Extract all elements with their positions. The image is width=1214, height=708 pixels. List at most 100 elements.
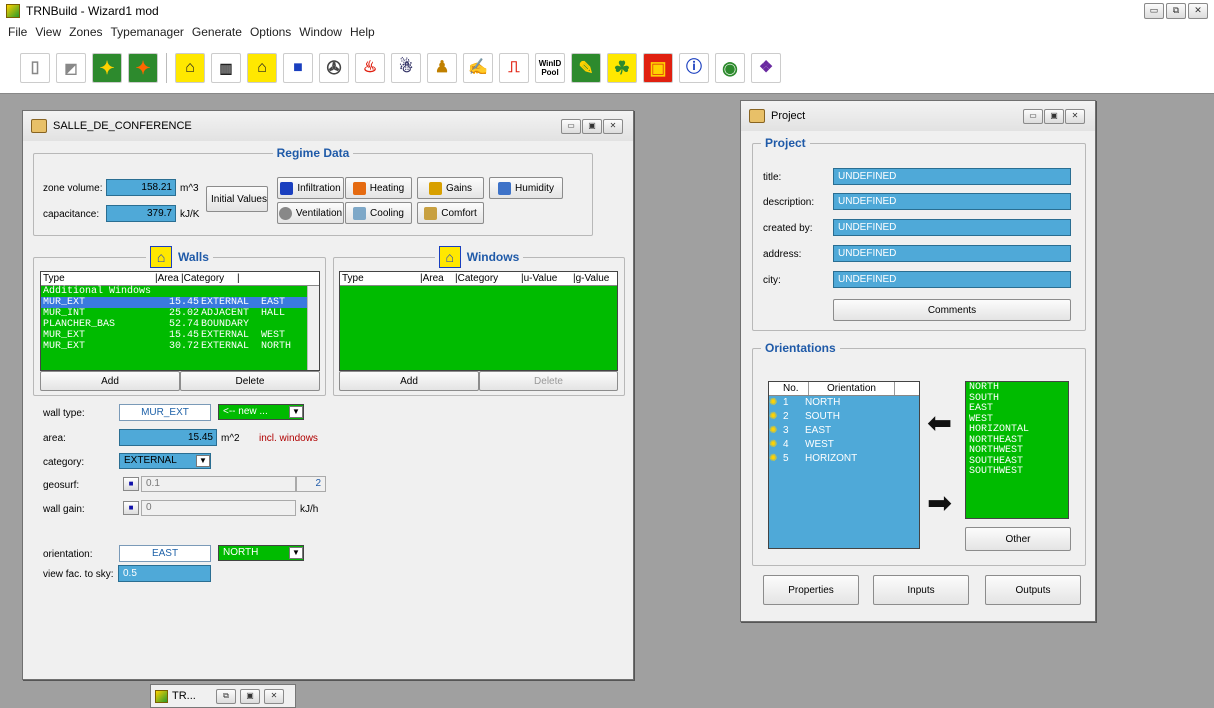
gains-icon[interactable]: ♟ [427, 52, 457, 83]
properties-button[interactable]: Properties [763, 575, 859, 605]
list-item[interactable]: MUR_EXT 15.45 EXTERNAL WEST [41, 330, 319, 341]
chevron-down-icon[interactable]: ▼ [289, 547, 303, 559]
windows-col-area[interactable]: |Area [420, 272, 455, 285]
orientations-col-name[interactable]: Orientation [809, 382, 895, 395]
initial-values-button[interactable]: Initial Values [206, 186, 268, 212]
wall-gain-link-icon[interactable]: ■ [123, 501, 139, 515]
chevron-down-icon[interactable]: ▼ [289, 406, 303, 418]
walls-col-category[interactable]: |Category [181, 272, 237, 285]
walls-list-scrollbar[interactable] [307, 286, 319, 370]
minimized-maximize-button[interactable]: ▣ [240, 688, 260, 704]
layers-icon[interactable]: ▥ [211, 52, 241, 83]
info-icon[interactable]: ⓘ [679, 52, 709, 83]
category-select[interactable]: EXTERNAL ▼ [119, 453, 211, 469]
heating-button[interactable]: Heating [345, 177, 412, 199]
walls-col-type[interactable]: Type [41, 272, 155, 285]
close-button[interactable]: ✕ [1188, 3, 1208, 19]
geosurf-link-icon[interactable]: ■ [123, 477, 139, 491]
globe-icon[interactable]: ◉ [715, 52, 745, 83]
minimize-button[interactable]: ▭ [1144, 3, 1164, 19]
list-item[interactable]: MUR_INT 25.02 ADJACENT HALL [41, 308, 319, 319]
list-item[interactable]: PLANCHER_BAS 52.74 BOUNDARY [41, 319, 319, 330]
zone-icon[interactable]: ⌂ [175, 52, 205, 83]
infiltration-icon[interactable]: ■ [283, 52, 313, 83]
orientations-list[interactable]: No. Orientation ✺ 1 NORTH ✺ 2 SOUTH ✺ 3 EAST ✺… [768, 381, 920, 549]
windows-col-uvalue[interactable]: |u-Value [521, 272, 573, 285]
types-icon[interactable]: ☘ [607, 52, 637, 83]
menu-help[interactable]: Help [346, 25, 379, 39]
windows-col-type[interactable]: Type [340, 272, 420, 285]
list-item[interactable]: NORTHWEST [969, 445, 1065, 457]
list-item[interactable]: EAST [969, 403, 1065, 415]
comfort-icon[interactable]: ✍ [463, 52, 493, 83]
other-button[interactable]: Other [965, 527, 1071, 551]
windows-list[interactable]: Type |Area |Category |u-Value |g-Value [339, 271, 618, 371]
comfort-button[interactable]: Comfort [417, 202, 484, 224]
project-minimize-button[interactable]: ▭ [1023, 109, 1043, 124]
list-item[interactable]: MUR_EXT 15.45 EXTERNAL EAST [41, 297, 319, 308]
humidity-button[interactable]: Humidity [489, 177, 563, 199]
orientations-col-no[interactable]: No. [769, 382, 809, 395]
comments-button[interactable]: Comments [833, 299, 1071, 321]
geosurf-input[interactable]: 0.1 [141, 476, 296, 492]
menu-zones[interactable]: Zones [65, 25, 106, 39]
project-title-field[interactable]: UNDEFINED [833, 168, 1071, 185]
minimized-restore-button[interactable]: ⧉ [216, 688, 236, 704]
chevron-down-icon[interactable]: ▼ [196, 455, 210, 467]
menu-typemanager[interactable]: Typemanager [107, 25, 188, 39]
list-item[interactable]: ✺ 4 WEST [769, 438, 919, 452]
project-description-field[interactable]: UNDEFINED [833, 193, 1071, 210]
windpool-button[interactable]: WinID Pool [535, 52, 565, 83]
windows-add-button[interactable]: Add [339, 371, 479, 391]
ventilation-icon[interactable]: ✇ [319, 52, 349, 83]
wall-types-icon[interactable]: ✦ [128, 52, 158, 83]
move-right-arrow-icon[interactable]: ➡ [927, 489, 952, 519]
inputs-button[interactable]: Inputs [873, 575, 969, 605]
schedule-icon[interactable]: ⎍ [499, 52, 529, 83]
gains-button[interactable]: Gains [417, 177, 484, 199]
menu-options[interactable]: Options [246, 25, 295, 39]
walls-delete-button[interactable]: Delete [180, 371, 320, 391]
walls-col-area[interactable]: |Area [155, 272, 181, 285]
project-address-field[interactable]: UNDEFINED [833, 245, 1071, 262]
walls-add-button[interactable]: Add [40, 371, 180, 391]
cooling-icon[interactable]: ☃ [391, 52, 421, 83]
wall-gain-input[interactable]: 0 [141, 500, 296, 516]
walls-list[interactable]: Type |Area |Category | Additional Window… [40, 271, 320, 371]
menu-window[interactable]: Window [295, 25, 346, 39]
list-item[interactable]: ✺ 5 HORIZONT [769, 452, 919, 466]
list-item[interactable]: Additional Windows [41, 286, 319, 297]
minimized-close-button[interactable]: ✕ [264, 688, 284, 704]
list-item[interactable]: MUR_EXT 30.72 EXTERNAL NORTH [41, 341, 319, 352]
zone-maximize-button[interactable]: ▣ [582, 119, 602, 134]
restore-button[interactable]: ⧉ [1166, 3, 1186, 19]
move-left-arrow-icon[interactable]: ⬅ [927, 409, 952, 439]
list-item[interactable]: ✺ 3 EAST [769, 424, 919, 438]
list-item[interactable]: ✺ 1 NORTH [769, 396, 919, 410]
ventilation-button[interactable]: Ventilation [277, 202, 344, 224]
orientations-icon[interactable]: ✦ [92, 52, 122, 83]
help-book-icon[interactable]: ❖ [751, 52, 781, 83]
open-icon[interactable]: ◩ [56, 52, 86, 83]
list-item[interactable]: NORTH [969, 382, 1065, 394]
wall-type-select[interactable]: <-- new ... ▼ [218, 404, 304, 420]
cooling-button[interactable]: Cooling [345, 202, 412, 224]
list-item[interactable]: HORIZONTAL [969, 424, 1065, 436]
minimized-window[interactable]: TR... ⧉ ▣ ✕ [150, 684, 296, 708]
available-orientations-list[interactable]: NORTH SOUTH EAST WEST HORIZONTAL NORTHEA… [965, 381, 1069, 519]
list-item[interactable]: SOUTHWEST [969, 466, 1065, 478]
area-value[interactable]: 15.45 [119, 429, 217, 446]
new-document-icon[interactable]: ▯ [20, 52, 50, 83]
view-factor-input[interactable]: 0.5 [118, 565, 211, 582]
project-maximize-button[interactable]: ▣ [1044, 109, 1064, 124]
menu-file[interactable]: File [4, 25, 31, 39]
project-created-by-field[interactable]: UNDEFINED [833, 219, 1071, 236]
outputs-button[interactable]: Outputs [985, 575, 1081, 605]
windows-delete-button[interactable]: Delete [479, 371, 618, 391]
menu-generate[interactable]: Generate [188, 25, 246, 39]
project-close-button[interactable]: ✕ [1065, 109, 1085, 124]
windows-col-gvalue[interactable]: |g-Value [573, 272, 609, 285]
list-item[interactable]: ✺ 2 SOUTH [769, 410, 919, 424]
windows-col-category[interactable]: |Category [455, 272, 521, 285]
heating-icon[interactable]: ♨ [355, 52, 385, 83]
